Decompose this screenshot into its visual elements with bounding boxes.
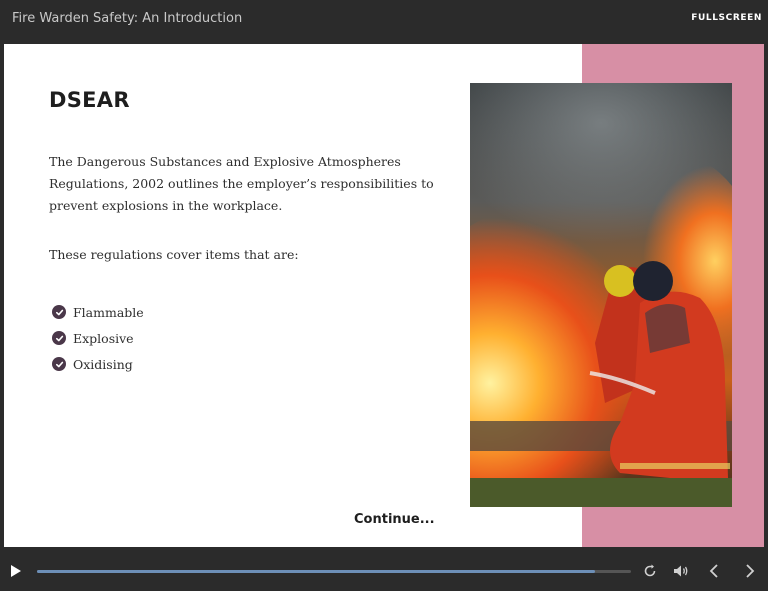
bullet-list: Flammable Explosive Oxidising bbox=[52, 299, 144, 377]
volume-icon[interactable] bbox=[673, 564, 689, 583]
check-circle-icon bbox=[52, 305, 66, 319]
fullscreen-button[interactable]: FULLSCREEN bbox=[691, 13, 762, 23]
slide-heading: DSEAR bbox=[49, 88, 130, 112]
bullet-label: Oxidising bbox=[73, 356, 133, 372]
chevron-left-icon[interactable] bbox=[709, 564, 719, 583]
play-icon[interactable] bbox=[10, 564, 22, 582]
progress-fill bbox=[37, 570, 596, 573]
top-bar: Fire Warden Safety: An Introduction FULL… bbox=[0, 0, 768, 43]
course-title: Fire Warden Safety: An Introduction bbox=[12, 11, 243, 26]
replay-icon[interactable] bbox=[643, 564, 657, 583]
list-item: Oxidising bbox=[52, 351, 144, 377]
player-controls bbox=[0, 548, 768, 591]
list-item: Explosive bbox=[52, 325, 144, 351]
slide: DSEAR The Dangerous Substances and Explo… bbox=[4, 44, 764, 547]
continue-button[interactable]: Continue... bbox=[354, 512, 435, 527]
slide-paragraph: The Dangerous Substances and Explosive A… bbox=[49, 154, 434, 213]
bullet-label: Flammable bbox=[73, 304, 144, 320]
bullet-label: Explosive bbox=[73, 330, 134, 346]
progress-bar[interactable] bbox=[37, 570, 631, 573]
chevron-right-icon[interactable] bbox=[745, 564, 755, 583]
bullet-intro: These regulations cover items that are: bbox=[49, 247, 299, 262]
check-circle-icon bbox=[52, 331, 66, 345]
firefighters-photo bbox=[470, 83, 732, 507]
check-circle-icon bbox=[52, 357, 66, 371]
list-item: Flammable bbox=[52, 299, 144, 325]
